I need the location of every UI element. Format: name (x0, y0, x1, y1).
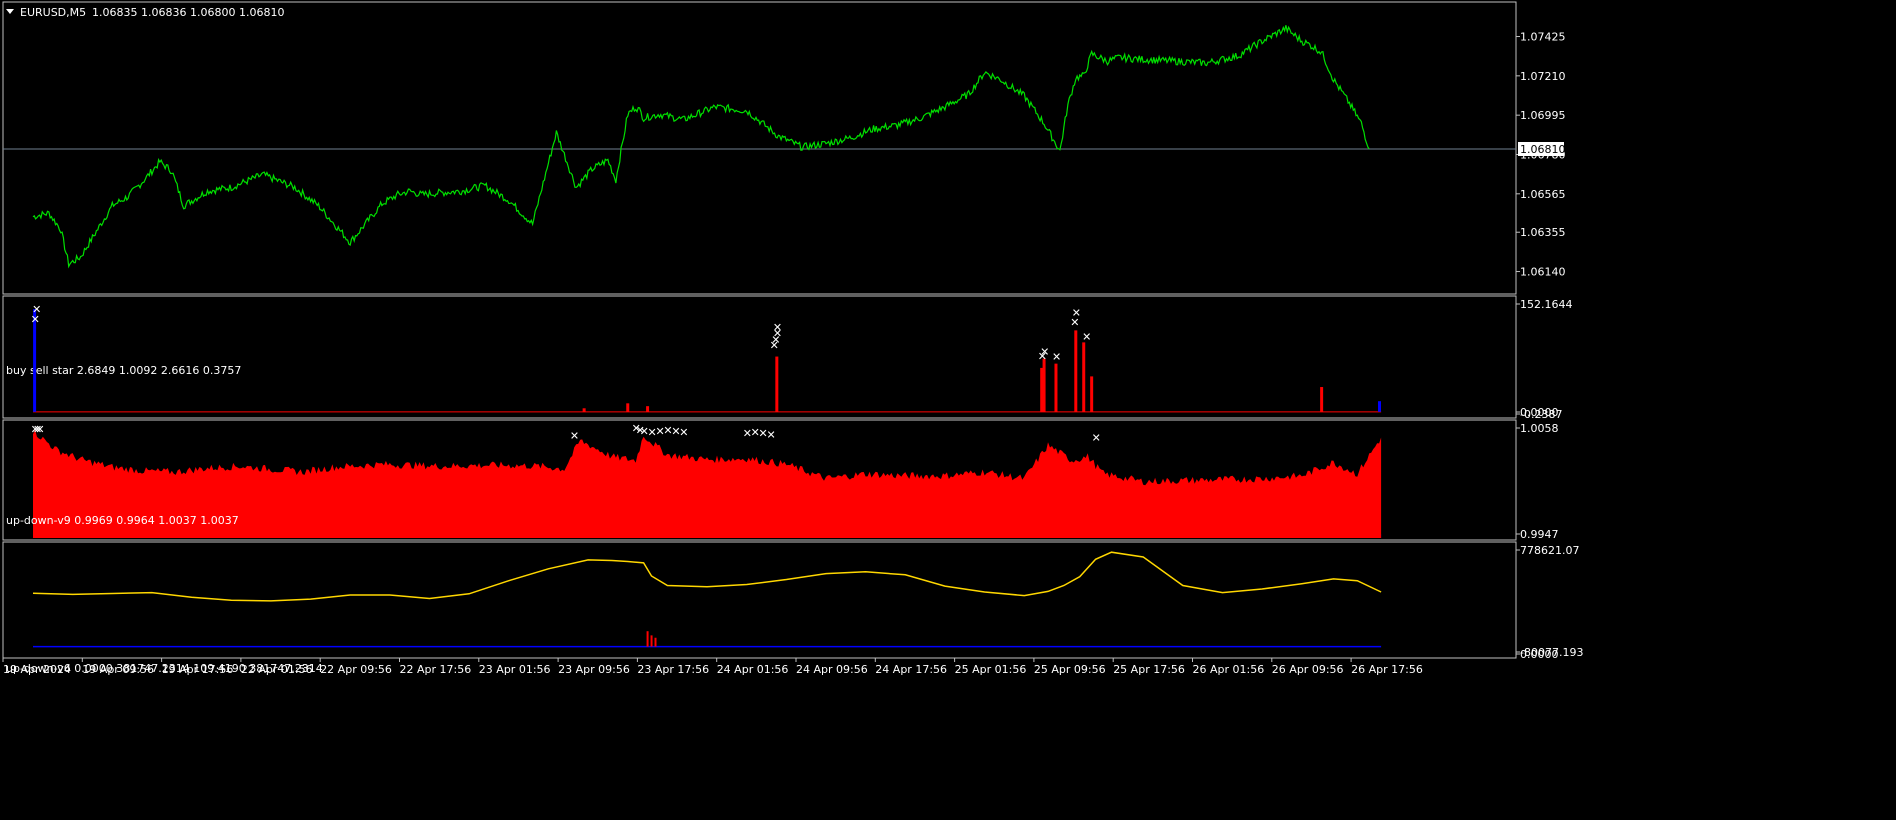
cross-icon: ✕ (1070, 316, 1079, 329)
cross-icon: ✕ (35, 423, 44, 436)
y-tick-label: 1.06140 (1520, 266, 1566, 279)
cross-icon: ✕ (1082, 331, 1091, 344)
x-tick-label: 26 Apr 17:56 (1351, 663, 1423, 676)
x-tick-label: 22 Apr 01:56 (241, 663, 313, 676)
cross-icon: ✕ (1092, 432, 1101, 445)
up-down-v9-title: up-down-v9 0.9969 0.9964 1.0037 1.0037 (6, 514, 239, 527)
y-tick-label: 0.9947 (1520, 528, 1559, 541)
price-panel-title: EURUSD,M5 (20, 6, 86, 19)
x-tick-label: 26 Apr 01:56 (1193, 663, 1265, 676)
y-tick-label: 1.06355 (1520, 226, 1566, 239)
x-tick-label: 23 Apr 17:56 (637, 663, 709, 676)
x-tick-label: 25 Apr 01:56 (955, 663, 1027, 676)
x-tick-label: 22 Apr 17:56 (400, 663, 472, 676)
cross-icon: ✕ (766, 429, 775, 442)
cross-icon: ✕ (770, 339, 779, 352)
cross-icon: ✕ (1038, 350, 1047, 363)
last-price-label: 1.06810 (1518, 142, 1566, 156)
x-tick-label: 25 Apr 17:56 (1113, 663, 1185, 676)
x-tick-label: 19 Apr 2024 (3, 663, 71, 676)
price-panel-ohlc: 1.06835 1.06836 1.06800 1.06810 (92, 6, 284, 19)
x-tick-label: 19 Apr 17:56 (162, 663, 234, 676)
cross-icon: ✕ (31, 313, 40, 326)
y-tick-label: 1.07210 (1520, 70, 1566, 83)
cross-icon: ✕ (679, 426, 688, 439)
x-tick-label: 25 Apr 09:56 (1034, 663, 1106, 676)
x-tick-label: 23 Apr 09:56 (558, 663, 630, 676)
x-tick-label: 24 Apr 09:56 (796, 663, 868, 676)
x-tick-label: 19 Apr 09:56 (82, 663, 154, 676)
x-tick-label: 23 Apr 01:56 (479, 663, 551, 676)
x-tick-label: 26 Apr 09:56 (1272, 663, 1344, 676)
buy-sell-star-title: buy sell star 2.6849 1.0092 2.6616 0.375… (6, 364, 241, 377)
x-tick-label: 24 Apr 17:56 (875, 663, 947, 676)
y-tick-label: 1.06995 (1520, 109, 1566, 122)
svg-text:1.06810: 1.06810 (1520, 143, 1566, 156)
y-tick-label: 1.0058 (1520, 422, 1559, 435)
x-tick-label: 22 Apr 09:56 (320, 663, 392, 676)
y-tick-label: 1.07425 (1520, 31, 1566, 44)
y-tick-label: 778621.07 (1520, 544, 1580, 557)
y-tick-label: 152.1644 (1520, 298, 1573, 311)
y-tick-label: 0.0000 (1520, 648, 1559, 661)
x-tick-label: 24 Apr 01:56 (717, 663, 789, 676)
y-tick-label: -0.2387 (1520, 408, 1562, 421)
cross-icon: ✕ (570, 430, 579, 443)
y-tick-label: 1.06565 (1520, 188, 1566, 201)
cross-icon: ✕ (1052, 351, 1061, 364)
trading-chart[interactable]: EURUSD,M5 1.06835 1.06836 1.06800 1.0681… (0, 0, 1896, 820)
